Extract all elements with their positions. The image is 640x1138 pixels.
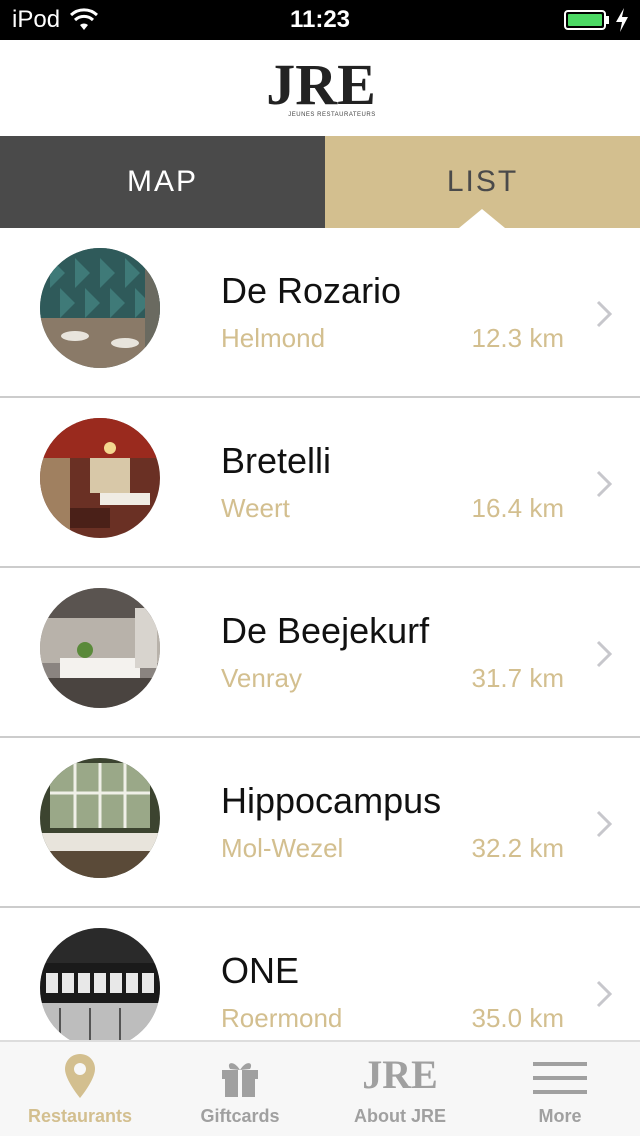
restaurant-name: De Beejekurf — [221, 610, 430, 651]
restaurant-name: ONE — [221, 950, 300, 991]
restaurant-distance: 16.4 km — [471, 493, 565, 523]
tabbar-item-more[interactable]: More — [480, 1042, 640, 1138]
tab-map[interactable]: MAP — [0, 136, 325, 228]
battery-icon — [564, 10, 609, 30]
restaurant-distance: 32.2 km — [471, 833, 565, 863]
status-bar: iPod 11:23 — [0, 0, 640, 40]
restaurant-photo — [40, 758, 160, 878]
tabbar-item-restaurants[interactable]: Restaurants — [0, 1042, 160, 1138]
svg-text:JEUNES RESTAURATEURS: JEUNES RESTAURATEURS — [288, 112, 375, 118]
restaurant-row[interactable]: De Rozario Helmond 12.3 km — [0, 228, 640, 398]
restaurant-list[interactable]: De Rozario Helmond 12.3 km Bretelli Weer… — [0, 228, 640, 1040]
restaurant-distance: 35.0 km — [471, 1003, 565, 1033]
restaurant-city: Venray — [221, 663, 302, 693]
selected-tab-indicator — [459, 209, 505, 228]
jre-logo: JRE JEUNES RESTAURATEURS — [266, 58, 376, 118]
hamburger-menu-icon — [533, 1062, 587, 1094]
tabbar-label: Giftcards — [200, 1106, 280, 1126]
chevron-right-icon — [596, 300, 612, 328]
restaurant-name: De Rozario — [221, 270, 402, 311]
status-time: 11:23 — [289, 6, 351, 33]
restaurant-city: Roermond — [221, 1003, 343, 1033]
charging-bolt-icon — [616, 8, 628, 32]
restaurant-row[interactable]: Bretelli Weert 16.4 km — [0, 398, 640, 568]
chevron-right-icon — [596, 980, 612, 1008]
restaurant-photo — [40, 248, 160, 368]
bottom-tab-bar: Restaurants Giftcards JRE About JRE More — [0, 1040, 640, 1136]
restaurant-name: Hippocampus — [221, 780, 442, 821]
restaurant-row[interactable]: De Beejekurf Venray 31.7 km — [0, 568, 640, 738]
restaurant-name: Bretelli — [221, 440, 332, 481]
restaurant-row[interactable]: Hippocampus Mol-Wezel 32.2 km — [0, 738, 640, 908]
restaurant-city: Helmond — [221, 323, 326, 353]
restaurant-city: Weert — [221, 493, 290, 523]
map-pin-icon — [65, 1054, 95, 1098]
jre-logo-icon: JRE — [362, 1052, 438, 1097]
svg-text:JRE: JRE — [362, 1052, 438, 1097]
restaurant-distance: 12.3 km — [471, 323, 565, 353]
restaurant-photo — [40, 928, 160, 1040]
restaurant-distance: 31.7 km — [471, 663, 565, 693]
tabbar-item-about-jre[interactable]: JRE About JRE — [320, 1042, 480, 1138]
tabbar-label: More — [538, 1106, 582, 1126]
view-switcher: MAP LIST — [0, 136, 640, 228]
chevron-right-icon — [596, 470, 612, 498]
restaurant-city: Mol-Wezel — [221, 833, 344, 863]
restaurant-photo — [40, 588, 160, 708]
gift-icon — [222, 1063, 258, 1097]
chevron-right-icon — [596, 810, 612, 838]
tabbar-label: About JRE — [354, 1106, 446, 1126]
restaurant-row[interactable]: ONE Roermond 35.0 km — [0, 908, 640, 1040]
tabbar-item-giftcards[interactable]: Giftcards — [160, 1042, 320, 1138]
tabbar-label: Restaurants — [27, 1106, 133, 1126]
chevron-right-icon — [596, 640, 612, 668]
restaurant-photo — [40, 418, 160, 538]
svg-text:JRE: JRE — [266, 58, 376, 117]
